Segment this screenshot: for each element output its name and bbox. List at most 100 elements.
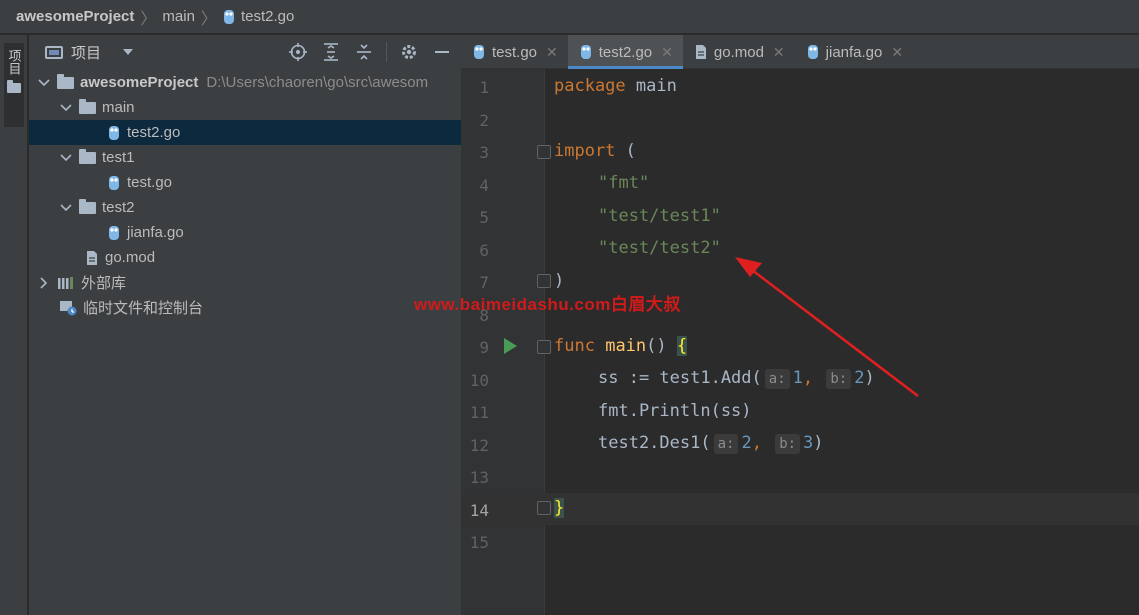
tree-item-scratches[interactable]: 临时文件和控制台 — [29, 295, 461, 320]
code-line-9: func main() { — [554, 336, 688, 356]
tree-item-label: awesomeProject — [80, 74, 199, 91]
tab-label: test.go — [492, 43, 538, 61]
keyword: func — [554, 336, 595, 356]
brace-match: } — [554, 498, 565, 518]
punctuation: , — [802, 368, 824, 388]
folder-icon — [79, 198, 96, 214]
fold-marker-icon[interactable] — [537, 501, 551, 515]
close-icon[interactable]: ✕ — [891, 44, 903, 61]
mod-file-icon — [85, 249, 99, 266]
tree-item-label: test1 — [102, 149, 135, 166]
keyword: package — [554, 76, 626, 96]
identifier: main — [625, 76, 677, 96]
tree-item-test1[interactable]: test1 — [29, 145, 461, 170]
line-number: 2 — [479, 111, 489, 130]
code-text: ss := test1.Add( — [598, 368, 762, 388]
punctuation: ) — [864, 368, 875, 388]
string-literal: "fmt" — [598, 173, 650, 193]
tree-item-label: 临时文件和控制台 — [83, 300, 204, 317]
fold-marker-icon[interactable] — [537, 274, 551, 288]
line-number: 14 — [469, 501, 489, 520]
number-literal: 3 — [803, 433, 814, 453]
folder-icon — [7, 80, 21, 93]
folder-icon — [79, 98, 96, 114]
watermark-text: www.baimeidashu.com白眉大叔 — [414, 295, 681, 314]
line-number: 6 — [479, 241, 489, 260]
left-tool-stripe: 项目 — [0, 35, 28, 615]
code-line-4: "fmt" — [598, 173, 649, 193]
code-line-14: } — [554, 498, 565, 518]
parameter-hint: a: — [764, 369, 790, 389]
line-number: 12 — [469, 436, 489, 455]
chevron-down-icon[interactable] — [59, 151, 73, 165]
project-tree: awesomeProject D:\Users\chaoren\go\src\a… — [29, 0, 461, 615]
tree-item-label: 外部库 — [81, 275, 127, 292]
close-icon[interactable]: ✕ — [773, 44, 785, 61]
go-file-icon — [580, 44, 592, 60]
punctuation: ( — [615, 141, 636, 161]
console-icon — [59, 299, 77, 316]
tab-jianfa-go[interactable]: jianfa.go ✕ — [795, 35, 913, 69]
code-text: test2.Des1( — [598, 433, 711, 453]
number-literal: 2 — [741, 433, 752, 453]
line-number: 10 — [469, 371, 489, 390]
library-icon — [57, 274, 75, 291]
tab-label: test2.go — [598, 43, 653, 61]
tree-item-external-libraries[interactable]: 外部库 — [29, 270, 461, 295]
punctuation: ) — [554, 271, 565, 291]
go-file-icon — [107, 174, 121, 191]
code-line-5: "test/test1" — [598, 206, 721, 226]
tab-go-mod[interactable]: go.mod ✕ — [683, 35, 795, 69]
code-line-3: import ( — [554, 141, 636, 161]
tree-item-test-go[interactable]: test.go — [29, 170, 461, 195]
chevron-down-icon[interactable] — [59, 101, 73, 115]
parameter-hint: a: — [713, 434, 739, 454]
tab-label: go.mod — [713, 43, 764, 61]
string-literal: "test/test2" — [598, 238, 721, 258]
code-text: fmt.Println(ss) — [598, 401, 752, 421]
chevron-down-icon[interactable] — [37, 76, 51, 90]
fold-marker-icon[interactable] — [537, 340, 551, 354]
tree-item-label: main — [102, 99, 135, 116]
tree-item-jianfa-go[interactable]: jianfa.go — [29, 220, 461, 245]
tree-item-test2-go[interactable]: test2.go — [29, 120, 461, 145]
project-tool-window-tab[interactable]: 项目 — [4, 43, 24, 127]
tab-test-go[interactable]: test.go ✕ — [461, 35, 568, 69]
punctuation: , — [751, 433, 773, 453]
code-line-11: fmt.Println(ss) — [598, 401, 752, 421]
chevron-right-icon[interactable] — [37, 276, 51, 290]
punctuation: () — [646, 336, 677, 356]
tree-item-test2[interactable]: test2 — [29, 195, 461, 220]
project-tab-label: 项目 — [6, 49, 22, 75]
tree-item-label: test.go — [127, 174, 173, 191]
tree-item-main[interactable]: main — [29, 95, 461, 120]
tab-test2-go[interactable]: test2.go ✕ — [567, 35, 683, 69]
tree-item-go-mod[interactable]: go.mod — [29, 245, 461, 270]
fold-marker-icon[interactable] — [537, 145, 551, 159]
project-path-hint: D:\Users\chaoren\go\src\awesom — [206, 74, 429, 91]
line-number: 1 — [479, 78, 489, 97]
code-line-6: "test/test2" — [598, 238, 721, 258]
tree-item-awesomeproject[interactable]: awesomeProject D:\Users\chaoren\go\src\a… — [29, 70, 461, 95]
code-line-10: ss := test1.Add(a: 1, b: 2) — [598, 368, 875, 389]
close-icon[interactable]: ✕ — [661, 44, 673, 61]
code-line-12: test2.Des1(a: 2, b: 3) — [598, 433, 824, 454]
close-icon[interactable]: ✕ — [546, 44, 558, 61]
chevron-down-icon[interactable] — [59, 201, 73, 215]
line-number: 5 — [479, 208, 489, 227]
line-number: 11 — [469, 403, 489, 422]
line-number: 13 — [469, 468, 489, 487]
tab-label: jianfa.go — [825, 43, 883, 61]
keyword: import — [554, 141, 616, 161]
line-number: 3 — [479, 143, 489, 162]
parameter-hint: b: — [826, 369, 852, 389]
go-file-icon — [107, 124, 121, 141]
go-file-icon — [107, 224, 121, 241]
go-file-icon — [473, 44, 485, 60]
code-line-1: package main — [554, 76, 677, 96]
mod-file-icon — [695, 44, 707, 60]
run-icon[interactable] — [504, 338, 517, 354]
line-number: 15 — [469, 533, 489, 552]
editor-tab-bar: test.go ✕ test2.go ✕ go.mod ✕ jianfa.go … — [461, 35, 1139, 69]
code-line-7: ) — [554, 271, 564, 291]
